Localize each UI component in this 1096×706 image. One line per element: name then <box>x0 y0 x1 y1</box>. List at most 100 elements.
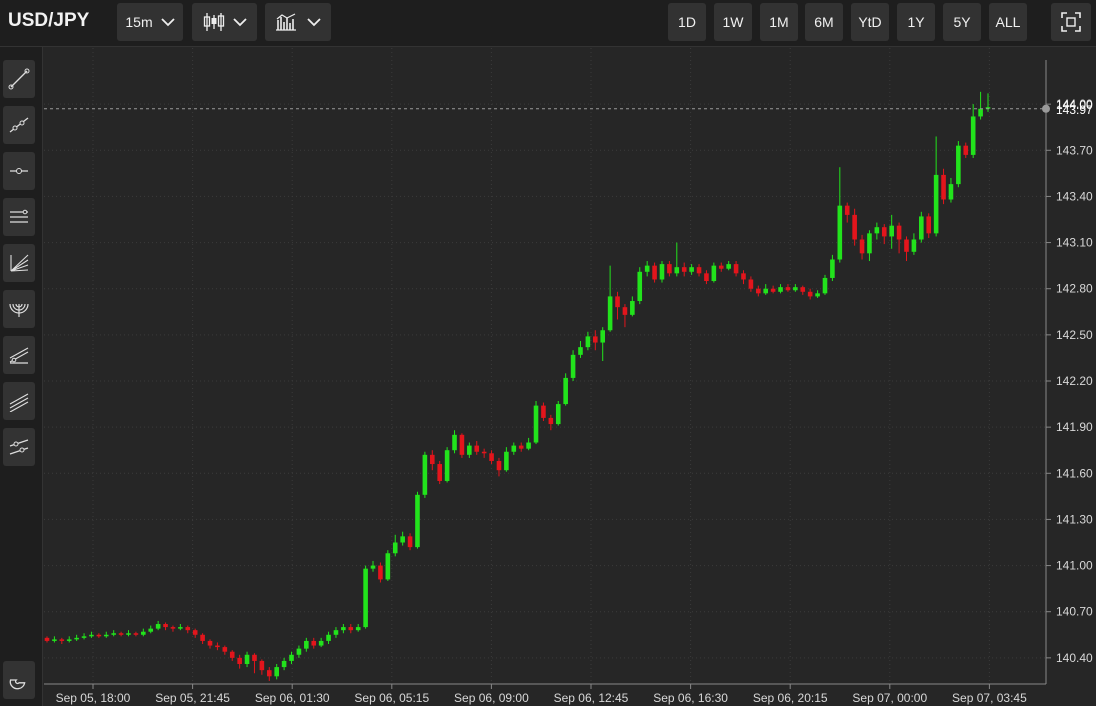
candle-body <box>770 288 776 292</box>
candle-body <box>837 205 843 260</box>
candle-body <box>229 651 235 658</box>
candle <box>459 433 465 458</box>
candle-body <box>89 634 94 637</box>
candle-body <box>622 307 628 315</box>
x-tick-label: Sep 07, 00:00 <box>852 691 927 705</box>
candle-body <box>44 637 50 641</box>
candle-body <box>667 264 672 274</box>
candle-body <box>378 565 383 580</box>
candle-body <box>355 627 361 631</box>
x-tick-label: Sep 05, 21:45 <box>155 691 230 705</box>
candle-body <box>815 293 820 297</box>
candle <box>659 261 665 283</box>
candle-body <box>511 445 517 452</box>
candle-body <box>141 631 146 635</box>
x-tick-label: Sep 06, 16:30 <box>653 691 728 705</box>
x-tick-label: Sep 07, 03:45 <box>952 691 1027 705</box>
candle-body <box>867 233 872 254</box>
candle-body <box>615 296 620 308</box>
candle-body <box>904 239 909 252</box>
current-price-label: 143.97 <box>1056 103 1093 117</box>
candle <box>437 460 442 485</box>
candle-body <box>133 633 139 635</box>
candle-body <box>326 634 331 641</box>
candle-body <box>207 640 213 646</box>
y-tick-label: 141.90 <box>1056 420 1093 434</box>
candle-body <box>593 336 598 343</box>
candle-body <box>570 354 576 378</box>
candle-body <box>348 627 354 631</box>
candle-body <box>859 239 865 254</box>
candle-body <box>704 273 709 282</box>
y-tick-label: 140.40 <box>1056 651 1093 665</box>
candle-body <box>237 657 242 665</box>
x-tick-label: Sep 06, 09:00 <box>454 691 529 705</box>
candle-body <box>504 451 509 471</box>
chart-grid <box>44 48 1046 684</box>
candle-body <box>911 239 917 252</box>
y-tick-label: 143.70 <box>1056 143 1093 157</box>
x-tick-label: Sep 06, 05:15 <box>354 691 429 705</box>
candle-body <box>896 225 902 240</box>
candle-body <box>244 654 250 665</box>
candle-body <box>392 542 398 554</box>
candle-body <box>652 265 657 280</box>
y-tick-label: 143.40 <box>1056 189 1093 203</box>
candle <box>533 400 539 445</box>
candle-body <box>970 116 976 155</box>
x-tick-label: Sep 06, 01:30 <box>255 691 330 705</box>
candle-body <box>600 330 606 343</box>
candle-body <box>785 287 791 291</box>
y-tick-label: 142.80 <box>1056 282 1093 296</box>
candle-body <box>807 291 813 297</box>
candle <box>363 565 368 629</box>
candle-body <box>489 453 494 461</box>
candle-body <box>659 264 665 280</box>
candle-body <box>163 624 168 628</box>
candle-body <box>941 174 946 200</box>
x-axis: Sep 05, 18:00 Sep 05, 21:45 Sep 06, 01:30 S… <box>44 683 1046 705</box>
candle-body <box>429 454 435 465</box>
candle-body <box>415 494 420 548</box>
candle-body <box>741 273 746 280</box>
candle-body <box>222 647 228 652</box>
candle-body <box>289 654 294 661</box>
price-chart[interactable]: 140.40 140.70 141.00 141.30 141.60 141.90 142.… <box>0 0 1096 706</box>
candle-body <box>318 640 324 646</box>
candle-body <box>304 640 309 649</box>
candle-body <box>948 184 954 200</box>
candle-body <box>333 630 339 635</box>
candle-body <box>192 630 198 635</box>
candle-body <box>889 225 894 237</box>
candle-body <box>274 667 279 677</box>
candle-body <box>111 633 116 635</box>
candle-body <box>578 347 583 355</box>
candle-body <box>793 287 798 291</box>
candle-body <box>548 417 554 425</box>
candle-body <box>696 267 702 274</box>
plot-area <box>44 48 1046 684</box>
candle-body <box>341 627 346 631</box>
candle-body <box>689 267 694 272</box>
candle-body <box>52 639 57 641</box>
candle <box>444 447 450 483</box>
candle <box>555 400 561 426</box>
candle-body <box>496 460 502 471</box>
candle-body <box>81 636 87 638</box>
candle <box>385 550 391 581</box>
candle-body <box>437 464 442 481</box>
candle-body <box>296 648 302 655</box>
candle-body <box>385 553 391 580</box>
candle <box>415 491 420 549</box>
candle-body <box>407 536 413 548</box>
y-axis: 140.40 140.70 141.00 141.30 141.60 141.90 142.… <box>1045 60 1093 684</box>
candle-body <box>518 445 524 449</box>
candle-body <box>644 265 650 272</box>
candle-body <box>452 434 457 451</box>
candle-body <box>444 450 450 481</box>
candle <box>563 373 568 406</box>
candle-body <box>933 174 939 234</box>
candle-body <box>711 265 717 282</box>
candle-body <box>59 639 65 641</box>
candle-body <box>363 568 368 628</box>
